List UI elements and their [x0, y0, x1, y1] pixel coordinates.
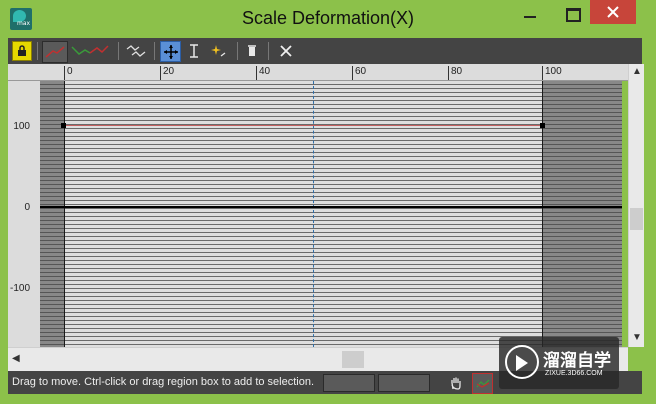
ruler-label: 0	[67, 66, 73, 77]
swap-curves-icon	[126, 45, 146, 57]
horizontal-ruler: 0 20 40 60 80 100	[8, 64, 628, 81]
toolbar-separator	[268, 42, 269, 60]
scroll-left-icon[interactable]: ◀	[12, 353, 20, 364]
axis-label: -100	[9, 283, 30, 294]
lock-aspect-button[interactable]	[12, 41, 32, 61]
reset-x-icon	[280, 45, 292, 57]
hand-pan-icon	[450, 377, 461, 390]
vertical-axis: 100 0 -100	[8, 81, 40, 347]
watermark-subtitle: ZIXUE.3D66.COM	[545, 370, 603, 377]
range-end-line	[542, 81, 543, 347]
reset-curve-button[interactable]	[276, 41, 296, 61]
ruler-label: 80	[451, 66, 463, 77]
maximize-button[interactable]	[552, 0, 592, 30]
red-green-curve-icon	[71, 45, 109, 55]
deformation-toolbar	[8, 38, 642, 64]
insert-point-icon	[211, 45, 226, 57]
toolbar-separator	[37, 42, 38, 60]
graph-out-of-range-left	[40, 81, 64, 347]
toolbar-separator	[154, 42, 155, 60]
status-message: Drag to move. Ctrl-click or drag region …	[12, 376, 315, 388]
display-x-curve-button[interactable]	[42, 41, 68, 63]
deformation-graph[interactable]	[40, 81, 622, 347]
minimize-button[interactable]	[510, 0, 550, 30]
scale-deformation-window: max Scale Deformation(X) 0 20 40 60 80 1…	[0, 0, 656, 404]
close-button[interactable]	[590, 0, 636, 24]
display-xy-curves-button[interactable]	[70, 41, 110, 61]
red-curve-icon	[45, 46, 65, 58]
scroll-down-icon[interactable]: ▼	[632, 332, 642, 343]
range-start-line	[64, 81, 65, 347]
axis-label: 100	[13, 121, 30, 132]
watermark-logo: 溜溜自学 ZIXUE.3D66.COM	[499, 337, 619, 389]
title-bar: max Scale Deformation(X)	[0, 0, 656, 38]
deformation-curve[interactable]	[64, 125, 542, 126]
delete-control-point-button[interactable]	[242, 41, 262, 61]
close-icon	[607, 6, 619, 18]
ruler-label: 60	[355, 66, 367, 77]
control-point-start[interactable]	[61, 123, 66, 128]
ruler-label: 20	[163, 66, 175, 77]
move-control-point-button[interactable]	[160, 41, 181, 62]
ruler-label: 100	[545, 66, 562, 77]
zoom-extents-button[interactable]	[472, 373, 493, 394]
point-value-field-2[interactable]	[378, 374, 430, 392]
zero-line	[40, 206, 622, 208]
control-point-end[interactable]	[540, 123, 545, 128]
delete-point-icon	[248, 45, 256, 56]
center-marker-line	[313, 81, 314, 347]
graph-out-of-range-right	[542, 81, 622, 347]
ruler-tick	[160, 66, 161, 80]
horizontal-scroll-thumb[interactable]	[342, 351, 364, 368]
toolbar-separator	[118, 42, 119, 60]
watermark-title: 溜溜自学	[543, 351, 611, 370]
ruler-label: 40	[259, 66, 271, 77]
ruler-tick	[256, 66, 257, 80]
scale-vertical-icon	[190, 44, 198, 58]
vertical-scroll-thumb[interactable]	[630, 208, 643, 230]
pan-button[interactable]	[446, 373, 465, 392]
ruler-tick	[64, 66, 65, 80]
ruler-tick	[352, 66, 353, 80]
ruler-tick	[542, 66, 543, 80]
vertical-scrollbar[interactable]: ▲ ▼	[628, 64, 644, 347]
ruler-tick	[448, 66, 449, 80]
point-value-field-1[interactable]	[323, 374, 375, 392]
zoom-extents-icon	[475, 379, 489, 388]
move-arrows-icon	[163, 44, 178, 59]
toolbar-separator	[237, 42, 238, 60]
scroll-up-icon[interactable]: ▲	[632, 66, 642, 77]
lock-icon	[18, 45, 26, 56]
play-icon	[505, 345, 539, 379]
scale-control-point-button[interactable]	[184, 41, 204, 61]
graph-range	[64, 81, 542, 347]
insert-corner-point-button[interactable]	[206, 41, 230, 61]
axis-label: 0	[24, 202, 30, 213]
swap-curves-button[interactable]	[124, 41, 148, 61]
